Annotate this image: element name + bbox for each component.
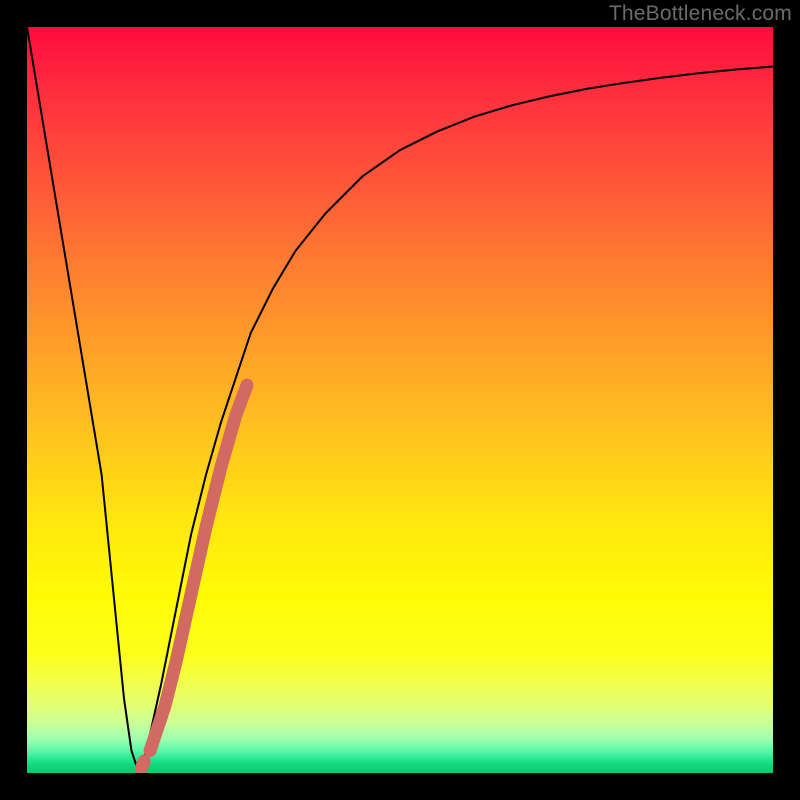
series-highlight-segment [150, 385, 247, 751]
chart-overlay [27, 27, 773, 773]
series-bottleneck-curve [27, 27, 773, 773]
chart-frame: TheBottleneck.com [0, 0, 800, 800]
watermark-text: TheBottleneck.com [609, 2, 792, 26]
series-highlight-dot [141, 761, 144, 768]
